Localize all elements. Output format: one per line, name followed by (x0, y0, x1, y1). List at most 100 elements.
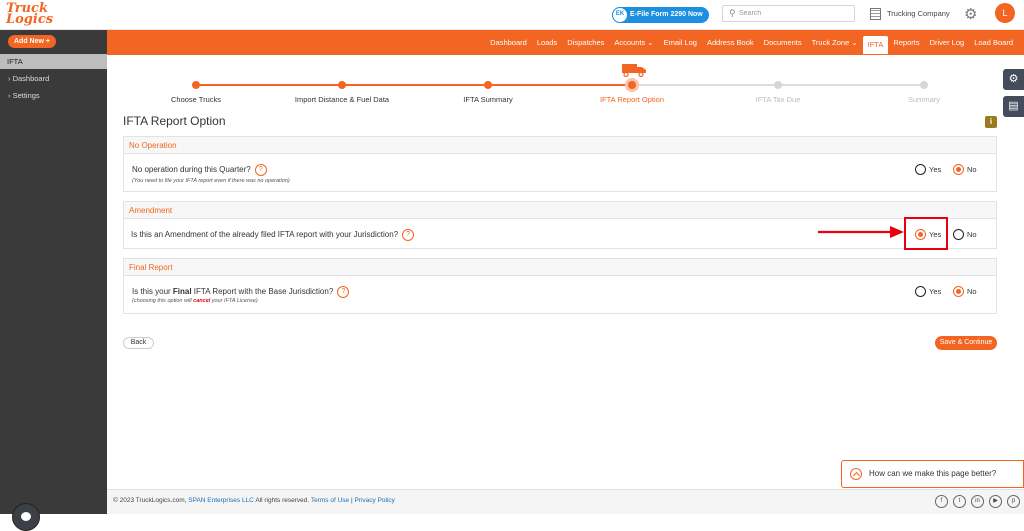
page-title: IFTA Report Option (123, 114, 226, 128)
info-icon[interactable]: i (985, 116, 997, 128)
no-operation-yes-radio[interactable]: Yes (915, 164, 941, 175)
step-dot (920, 81, 928, 89)
logo-line2: Logics (6, 12, 54, 27)
chevron-up-icon (850, 468, 862, 480)
nav-item-truckzone[interactable]: Truck Zone ⌄ (807, 38, 863, 47)
nav-item-emaillog[interactable]: Email Log (659, 38, 702, 47)
add-new-button[interactable]: Add New + (8, 35, 56, 48)
radio-label: Yes (929, 287, 942, 296)
nav-item-documents[interactable]: Documents (759, 38, 807, 47)
pinterest-icon[interactable]: p (1007, 495, 1020, 508)
feedback-text: How can we make this page better? (869, 469, 997, 478)
building-icon (870, 8, 881, 20)
efile-badge-icon: EK (612, 7, 628, 23)
search-input[interactable] (739, 8, 849, 19)
chat-bubble-icon[interactable] (12, 503, 40, 531)
sidebar-item-dashboard[interactable]: › Dashboard (8, 74, 49, 83)
step-dot (628, 81, 636, 89)
amendment-question: Is this an Amendment of the already file… (131, 229, 415, 241)
step-label[interactable]: IFTA Report Option (600, 95, 664, 104)
step-label[interactable]: IFTA Summary (463, 95, 512, 104)
footer-company-link[interactable]: SPAN Enterprises LLC (188, 497, 254, 504)
help-icon[interactable]: ? (337, 286, 350, 298)
help-icon[interactable]: ? (254, 164, 267, 176)
top-bar: Truck Logics EK E-File Form 2290 Now ⚲ T… (0, 0, 1024, 30)
final-report-yes-radio[interactable]: Yes (915, 286, 941, 297)
nav-item-ifta[interactable]: IFTA (862, 35, 889, 54)
radio-circle-selected (953, 164, 964, 175)
final-note-pre: (choosing this option will (132, 298, 194, 304)
sidebar-item-settings[interactable]: › Settings (8, 91, 40, 100)
amendment-header: Amendment (124, 202, 996, 219)
help-icon[interactable]: ? (402, 229, 415, 241)
report-float-icon[interactable]: ▤ (1003, 96, 1024, 117)
step-dot (192, 81, 200, 89)
nav-item-loadboard[interactable]: Load Board (969, 38, 1018, 47)
sidebar-section-ifta[interactable]: IFTA (0, 54, 107, 69)
progress-line-done (196, 84, 632, 86)
nav-item-dashboard[interactable]: Dashboard (485, 38, 532, 47)
gear-icon[interactable]: ⚙ (964, 5, 977, 23)
footer: © 2023 TruckLogics.com, SPAN Enterprises… (107, 489, 1024, 514)
nav-item-loads[interactable]: Loads (532, 38, 562, 47)
save-continue-button[interactable]: Save & Continue (935, 336, 997, 350)
radio-label: No (967, 165, 977, 174)
final-note-cancel: cancel (193, 298, 211, 304)
final-report-note: (choosing this option will cancel your I… (132, 298, 258, 304)
linkedin-icon[interactable]: in (971, 495, 984, 508)
avatar[interactable]: L (995, 3, 1015, 23)
efile-2290-button[interactable]: EK E-File Form 2290 Now (612, 7, 709, 23)
final-report-panel: Final Report Is this your Final IFTA Rep… (123, 258, 997, 314)
step-dot (774, 81, 782, 89)
step-label[interactable]: Choose Trucks (171, 95, 221, 104)
final-report-no-radio[interactable]: No (953, 286, 977, 297)
main-nav: Dashboard Loads Dispatches Accounts ⌄ Email … (107, 30, 1024, 55)
youtube-icon[interactable]: ▶ (989, 495, 1002, 508)
logo[interactable]: Truck Logics (6, 2, 54, 27)
final-question-pre: Is this your (132, 287, 173, 297)
nav-item-dispatches[interactable]: Dispatches (562, 38, 609, 47)
search-box[interactable]: ⚲ (722, 5, 855, 22)
footer-privacy-link[interactable]: Privacy Policy (354, 497, 394, 504)
company-name: Trucking Company (887, 8, 950, 18)
nav-items: Dashboard Loads Dispatches Accounts ⌄ Email … (485, 30, 1018, 55)
no-operation-question: No operation during this Quarter?? (132, 164, 267, 176)
amendment-no-radio[interactable]: No (953, 229, 977, 240)
final-question-bold: Final (172, 287, 192, 297)
sidebar: Add New + IFTA › Dashboard › Settings (0, 30, 107, 531)
radio-label: No (967, 287, 977, 296)
step-label[interactable]: Import Distance & Fuel Data (295, 95, 389, 104)
red-arrow-annotation (818, 226, 904, 238)
company-selector[interactable]: Trucking Company (870, 8, 950, 20)
no-operation-no-radio[interactable]: No (953, 164, 977, 175)
nav-item-addressbook[interactable]: Address Book (702, 38, 759, 47)
no-operation-panel: No Operation No operation during this Qu… (123, 136, 997, 192)
nav-item-accounts[interactable]: Accounts ⌄ (609, 38, 658, 47)
footer-terms-link[interactable]: Terms of Use (311, 497, 349, 504)
nav-item-reports[interactable]: Reports (888, 38, 924, 47)
back-button[interactable]: Back (123, 337, 154, 349)
no-operation-header: No Operation (124, 137, 996, 154)
twitter-icon[interactable]: t (953, 495, 966, 508)
nav-item-driverlog[interactable]: Driver Log (925, 38, 970, 47)
settings-float-icon[interactable]: ⚙ (1003, 69, 1024, 90)
facebook-icon[interactable]: f (935, 495, 948, 508)
amendment-question-text: Is this an Amendment of the already file… (131, 230, 399, 240)
highlight-box-annotation (904, 217, 948, 250)
final-question-post: IFTA Report with the Base Jurisdiction? (191, 287, 334, 297)
radio-circle-selected (953, 286, 964, 297)
feedback-widget[interactable]: How can we make this page better? (841, 460, 1024, 488)
footer-rights: All rights reserved. (253, 497, 311, 504)
step-dot (338, 81, 346, 89)
radio-circle (915, 164, 926, 175)
search-icon: ⚲ (729, 8, 736, 18)
no-operation-question-text: No operation during this Quarter? (132, 165, 251, 175)
radio-label: Yes (929, 165, 942, 174)
step-dot (484, 81, 492, 89)
step-label[interactable]: Summary (908, 95, 940, 104)
footer-copyright: © 2023 TruckLogics.com, (113, 497, 189, 504)
final-note-post: your IFTA License) (210, 298, 258, 304)
no-operation-note: (You need to file your IFTA report even … (132, 178, 290, 184)
step-label[interactable]: IFTA Tax Due (756, 95, 801, 104)
radio-label: No (967, 230, 977, 239)
